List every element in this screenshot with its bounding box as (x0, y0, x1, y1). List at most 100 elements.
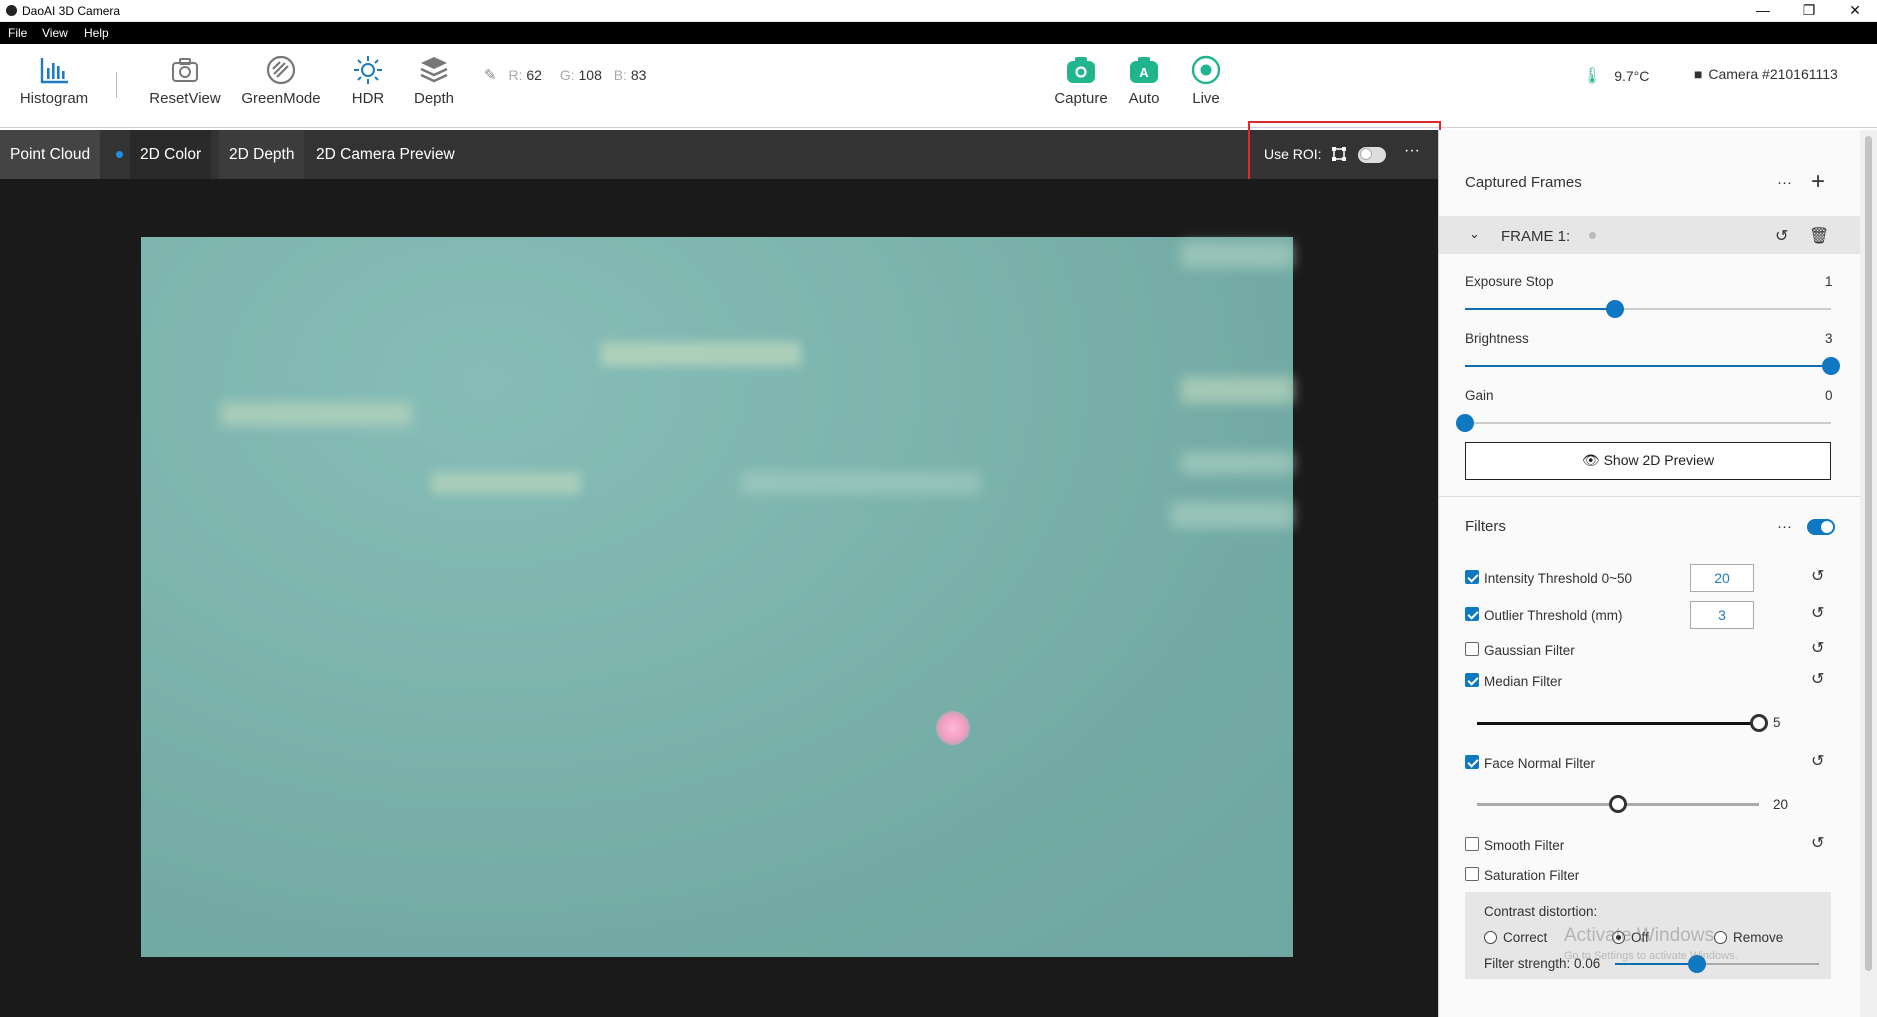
tab-2d-camera-preview[interactable]: 2D Camera Preview (306, 130, 465, 179)
outlier-checkbox[interactable] (1465, 607, 1479, 621)
eye-icon: 👁 (1581, 452, 1600, 468)
smooth-checkbox[interactable] (1465, 837, 1479, 851)
eyedropper-icon[interactable]: ✎ (484, 67, 497, 84)
face-normal-label: Face Normal Filter (1484, 756, 1596, 771)
face-normal-slider[interactable] (1477, 795, 1759, 813)
captured-frames-more[interactable]: ··· (1777, 174, 1792, 191)
minimize-button[interactable]: — (1740, 0, 1786, 22)
show-2d-preview-button[interactable]: 👁 Show 2D Preview (1465, 442, 1831, 480)
camera-image[interactable] (141, 237, 1293, 957)
hdr-button[interactable]: HDR (344, 54, 392, 107)
auto-button[interactable]: A Auto (1124, 54, 1164, 107)
contrast-distortion-box: Contrast distortion: Correct Off Remove … (1465, 892, 1831, 979)
reset-view-icon (172, 58, 198, 82)
camera-small-icon: ■ (1694, 66, 1703, 82)
remove-radio[interactable] (1714, 931, 1727, 944)
face-normal-reset-icon[interactable]: ↺ (1811, 751, 1824, 771)
gain-slider[interactable] (1456, 414, 1831, 432)
restore-button[interactable]: ❐ (1786, 0, 1832, 22)
smooth-label: Smooth Filter (1484, 838, 1565, 853)
panel-scrollbar[interactable] (1860, 130, 1877, 1017)
median-checkbox[interactable] (1465, 673, 1479, 687)
view-tabs: Point Cloud 2D Color 2D Depth 2D Camera … (0, 130, 1438, 179)
histogram-button[interactable]: Histogram (18, 54, 90, 107)
capture-button[interactable]: Capture (1052, 54, 1110, 107)
contrast-title: Contrast distortion: (1484, 904, 1598, 919)
depth-button[interactable]: Depth (410, 54, 458, 107)
camera-id: ■ Camera #210161113 (1694, 66, 1838, 82)
tab-2d-color[interactable]: 2D Color (130, 130, 212, 179)
temperature-readout: 🌡 9.7°C (1582, 66, 1649, 86)
gain-label: Gain (1465, 388, 1494, 403)
capture-label: Capture (1054, 90, 1108, 107)
gaussian-checkbox[interactable] (1465, 642, 1479, 656)
outlier-input[interactable]: 3 (1690, 601, 1754, 629)
tab-2d-depth[interactable]: 2D Depth (219, 130, 305, 179)
menu-view[interactable]: View (42, 26, 68, 40)
tab-point-cloud[interactable]: Point Cloud (0, 130, 101, 179)
outlier-reset-icon[interactable]: ↺ (1811, 603, 1824, 623)
light-patch (1181, 242, 1293, 268)
thermometer-icon: 🌡 (1582, 68, 1603, 85)
menu-help[interactable]: Help (84, 26, 109, 40)
scrollbar-thumb[interactable] (1865, 136, 1872, 971)
close-button[interactable]: ✕ (1832, 0, 1877, 22)
light-patch (1181, 452, 1293, 474)
camera-icon (1067, 57, 1095, 83)
rgb-readout: ✎ R: 62 G: 108 B: 83 (484, 66, 646, 84)
sun-icon (354, 56, 382, 84)
b-value: 83 (630, 67, 647, 83)
histogram-label: Histogram (19, 90, 89, 107)
reset-view-button[interactable]: ResetView (146, 54, 224, 107)
smooth-reset-icon[interactable]: ↺ (1811, 833, 1824, 853)
median-reset-icon[interactable]: ↺ (1811, 669, 1824, 689)
windows-watermark-sub: Go to Settings to activate Windows. (1564, 950, 1738, 962)
gaussian-reset-icon[interactable]: ↺ (1811, 638, 1824, 658)
filter-strength-slider[interactable] (1615, 955, 1819, 973)
light-patch (1171, 502, 1293, 528)
camera-id-label: Camera #210161113 (1708, 66, 1838, 82)
median-value: 5 (1773, 715, 1781, 730)
windows-watermark: Activate Windows (1564, 925, 1714, 946)
captured-frames-title: Captured Frames (1465, 174, 1582, 191)
brightness-slider[interactable] (1465, 357, 1840, 375)
face-normal-checkbox[interactable] (1465, 755, 1479, 769)
light-patch (431, 472, 581, 494)
live-button[interactable]: Live (1186, 54, 1226, 107)
exposure-stop-value: 1 (1825, 274, 1833, 289)
intensity-reset-icon[interactable]: ↺ (1811, 566, 1824, 586)
app-logo-icon (6, 5, 17, 16)
green-mode-button[interactable]: GreenMode (238, 54, 324, 107)
laser-spot (936, 711, 970, 745)
median-slider[interactable] (1477, 714, 1768, 732)
filters-more[interactable]: ··· (1777, 518, 1792, 535)
filters-toggle[interactable] (1807, 519, 1835, 535)
reset-view-label: ResetView (149, 90, 221, 107)
menu-file[interactable]: File (8, 26, 27, 40)
intensity-input[interactable]: 20 (1690, 564, 1754, 592)
b-label: B: (613, 67, 627, 83)
trash-icon[interactable]: 🗑 (1809, 226, 1829, 246)
auto-glyph: A (1139, 65, 1149, 80)
light-patch (601, 342, 801, 366)
active-tab-dot (116, 151, 123, 158)
r-label: R: (508, 67, 523, 83)
frame-label: FRAME 1: (1501, 228, 1571, 245)
intensity-label: Intensity Threshold 0~50 (1484, 571, 1632, 586)
chevron-down-icon[interactable]: ⌄ (1469, 226, 1480, 242)
intensity-checkbox[interactable] (1465, 570, 1479, 584)
right-panel: Captured Frames ··· + ⌄ FRAME 1: ↺ 🗑 Exp… (1438, 130, 1877, 1017)
frame-reset-icon[interactable]: ↺ (1775, 226, 1788, 246)
exposure-stop-slider[interactable] (1465, 300, 1831, 318)
depth-label: Depth (413, 90, 455, 107)
add-frame-button[interactable]: + (1811, 168, 1825, 196)
brightness-value: 3 (1825, 331, 1833, 346)
saturation-label: Saturation Filter (1484, 868, 1580, 883)
face-normal-value: 20 (1773, 797, 1789, 812)
auto-label: Auto (1128, 90, 1160, 107)
saturation-checkbox[interactable] (1465, 867, 1479, 881)
correct-radio[interactable] (1484, 931, 1497, 944)
auto-icon: A (1130, 57, 1158, 83)
record-icon (1191, 55, 1221, 85)
remove-label: Remove (1733, 930, 1784, 945)
